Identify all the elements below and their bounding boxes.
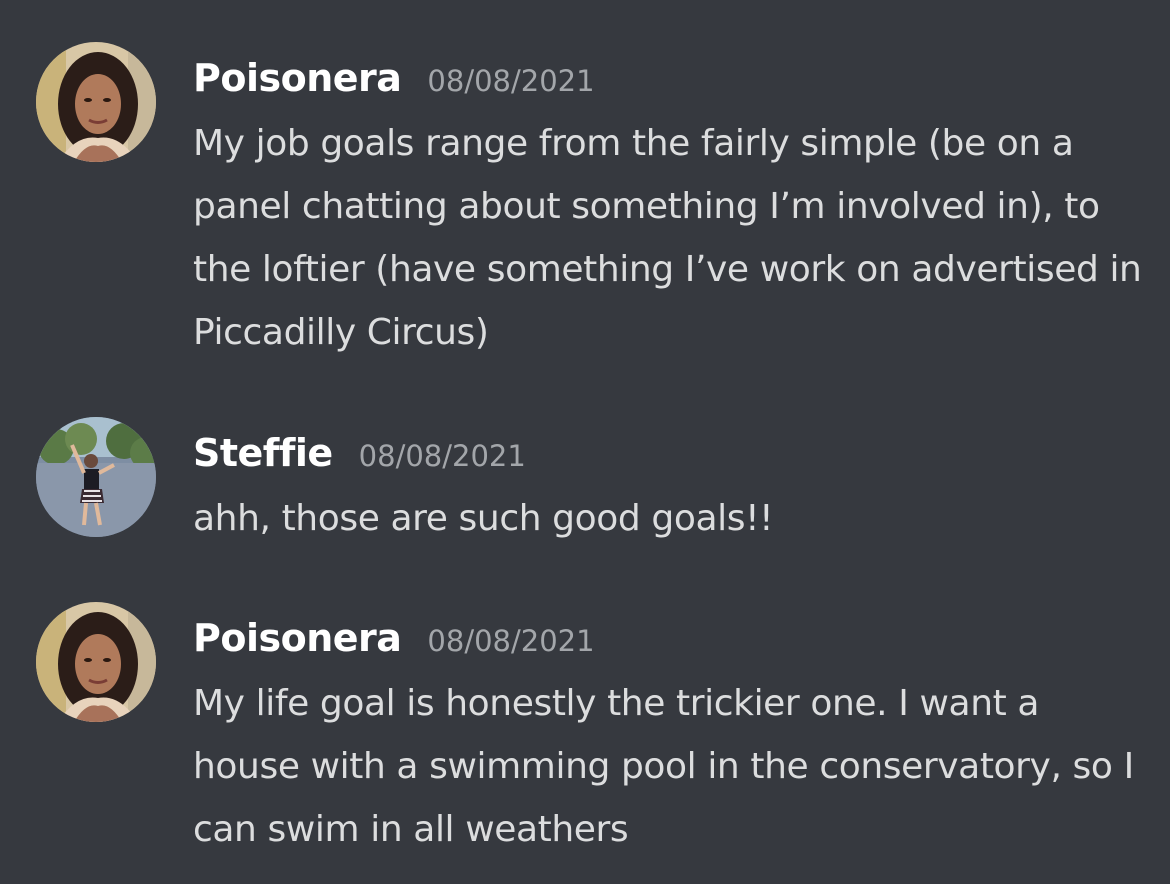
avatar[interactable] <box>36 602 156 722</box>
message-header: Poisonera 08/08/2021 <box>193 608 1143 668</box>
message-content: Steffie 08/08/2021 ahh, those are such g… <box>193 423 1143 550</box>
poisonera-avatar-photo <box>36 602 156 722</box>
avatar[interactable] <box>36 42 156 162</box>
username[interactable]: Poisonera <box>193 48 402 108</box>
avatar[interactable] <box>36 417 156 537</box>
steffie-avatar-photo <box>36 417 156 537</box>
message-text: ahh, those are such good goals!! <box>193 498 774 539</box>
chat-messages: Poisonera 08/08/2021 My job goals range … <box>0 0 1170 884</box>
username[interactable]: Poisonera <box>193 608 402 668</box>
timestamp[interactable]: 08/08/2021 <box>427 51 594 111</box>
message-content: Poisonera 08/08/2021 My job goals range … <box>193 48 1143 364</box>
poisonera-avatar-photo <box>36 42 156 162</box>
message-header: Poisonera 08/08/2021 <box>193 48 1143 108</box>
timestamp[interactable]: 08/08/2021 <box>359 426 526 486</box>
message-text: My job goals range from the fairly simpl… <box>193 123 1142 353</box>
username[interactable]: Steffie <box>193 423 333 483</box>
timestamp[interactable]: 08/08/2021 <box>427 611 594 671</box>
message-content: Poisonera 08/08/2021 My life goal is hon… <box>193 608 1143 861</box>
message-text: My life goal is honestly the trickier on… <box>193 683 1134 850</box>
message-header: Steffie 08/08/2021 <box>193 423 1143 483</box>
